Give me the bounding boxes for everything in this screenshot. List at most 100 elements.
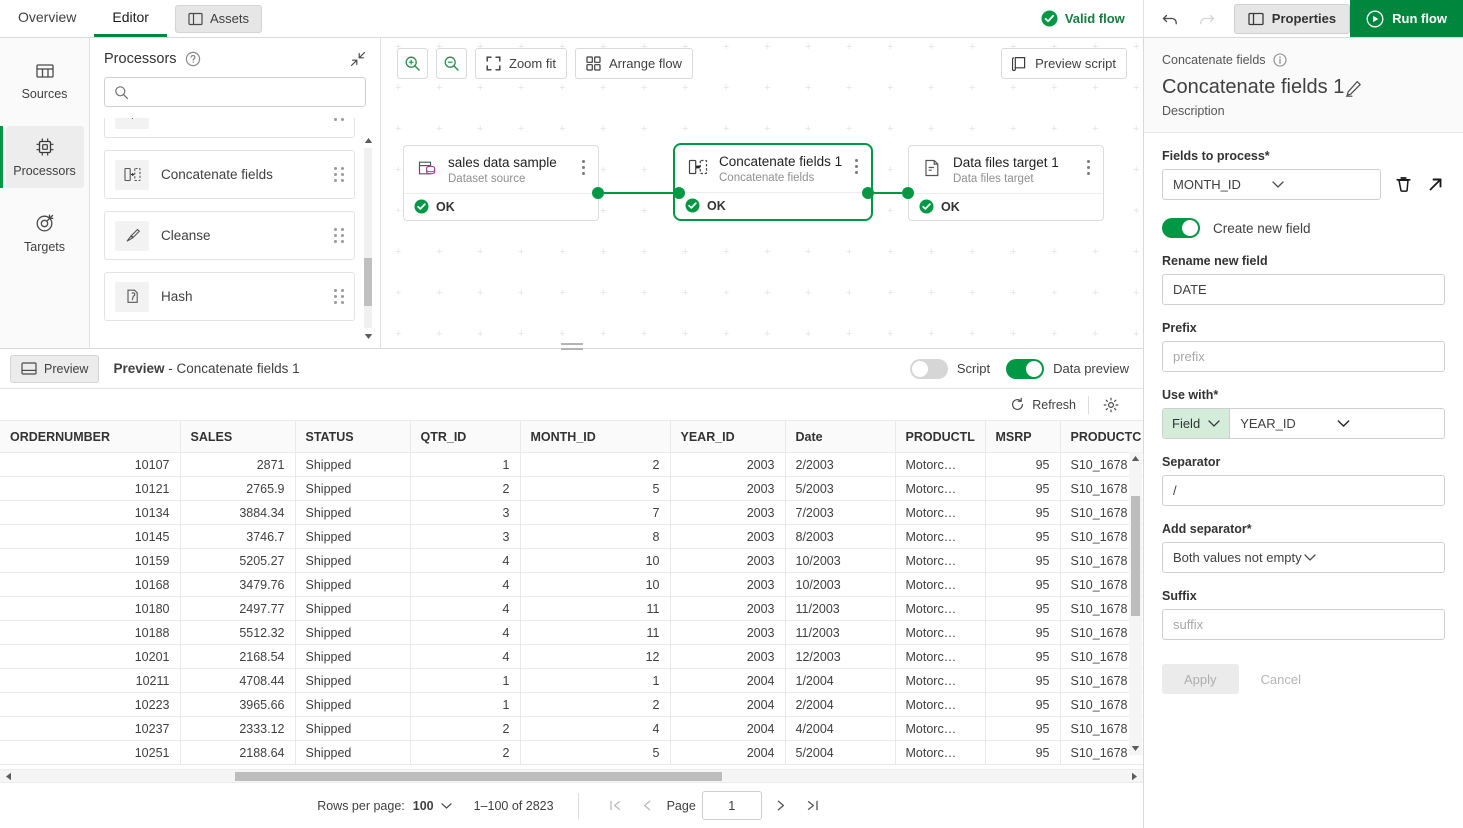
table-row[interactable]: 101595205.27Shipped410200310/2003Motorc…… bbox=[0, 549, 1143, 573]
scroll-up-icon[interactable] bbox=[1129, 452, 1142, 465]
node-menu-button[interactable] bbox=[1081, 155, 1095, 175]
table-column-header-date[interactable]: Date bbox=[785, 421, 895, 453]
scroll-right-icon[interactable] bbox=[1128, 770, 1141, 783]
table-vertical-scrollbar[interactable] bbox=[1129, 452, 1142, 755]
run-flow-button[interactable]: Run flow bbox=[1350, 0, 1463, 37]
table-row[interactable]: 102512188.64Shipped2520045/2004Motorc…95… bbox=[0, 741, 1143, 765]
create-new-field-toggle[interactable] bbox=[1162, 218, 1200, 238]
prefix-input-wrap[interactable] bbox=[1162, 341, 1445, 372]
fields-to-process-select[interactable]: MONTH_ID bbox=[1162, 169, 1381, 200]
node-menu-button[interactable] bbox=[849, 154, 863, 174]
scrollbar-thumb[interactable] bbox=[235, 772, 722, 781]
processor-item-hash[interactable]: Hash bbox=[104, 272, 355, 321]
preview-script-button[interactable]: Preview script bbox=[1001, 48, 1127, 79]
table-row[interactable]: 101072871Shipped1220032/2003Motorc…95S10… bbox=[0, 453, 1143, 477]
use-with-field-select[interactable]: YEAR_ID bbox=[1230, 409, 1444, 438]
suffix-input-wrap[interactable] bbox=[1162, 609, 1445, 640]
flow-canvas[interactable]: ++++++++++++++++++++++++++++++++++++++++… bbox=[381, 38, 1143, 348]
info-circle-icon[interactable] bbox=[1273, 53, 1287, 67]
separator-input-wrap[interactable] bbox=[1162, 475, 1445, 506]
table-column-header-msrp[interactable]: MSRP bbox=[985, 421, 1060, 453]
table-row[interactable]: 102233965.66Shipped1220042/2004Motorc…95… bbox=[0, 693, 1143, 717]
add-separator-select[interactable]: Both values not empty bbox=[1162, 542, 1445, 573]
connector-dot-in-processor[interactable] bbox=[673, 187, 685, 199]
flow-node-concatenate-fields-1[interactable]: Concatenate fields 1 Concatenate fields … bbox=[673, 143, 873, 221]
connector-dot-in-target[interactable] bbox=[902, 187, 914, 199]
suffix-input[interactable] bbox=[1173, 617, 1434, 632]
prev-page-button[interactable] bbox=[635, 793, 661, 819]
zoom-in-button[interactable] bbox=[397, 48, 428, 79]
node-menu-button[interactable] bbox=[576, 155, 590, 175]
table-row[interactable]: 101212765.9Shipped2520035/2003Motorc…95S… bbox=[0, 477, 1143, 501]
table-row[interactable]: 101453746.7Shipped3820038/2003Motorc…95S… bbox=[0, 525, 1143, 549]
tab-editor[interactable]: Editor bbox=[94, 0, 167, 37]
processor-item-concatenate-fields[interactable]: Concatenate fields bbox=[104, 150, 355, 199]
collapse-diagonal-icon[interactable] bbox=[350, 51, 366, 67]
table-column-header-status[interactable]: STATUS bbox=[295, 421, 410, 453]
table-horizontal-scrollbar[interactable] bbox=[0, 769, 1143, 782]
table-row[interactable]: 102012168.54Shipped412200312/2003Motorc…… bbox=[0, 645, 1143, 669]
table-column-header-qtr_id[interactable]: QTR_ID bbox=[410, 421, 520, 453]
processors-scrollbar[interactable] bbox=[362, 134, 374, 342]
rename-new-field-input[interactable] bbox=[1173, 282, 1434, 297]
table-column-header-productline[interactable]: PRODUCTL bbox=[895, 421, 985, 453]
sidebar-item-targets[interactable]: Targets bbox=[6, 202, 84, 264]
zoom-out-button[interactable] bbox=[436, 48, 467, 79]
scroll-down-icon[interactable] bbox=[1129, 742, 1142, 755]
table-row[interactable]: 101885512.32Shipped411200311/2003Motorc…… bbox=[0, 621, 1143, 645]
next-page-button[interactable] bbox=[768, 793, 794, 819]
sidebar-item-processors[interactable]: Processors bbox=[6, 126, 84, 188]
data-table-scroll[interactable]: ORDERNUMBERSALESSTATUSQTR_IDMONTH_IDYEAR… bbox=[0, 420, 1143, 769]
drag-handle[interactable] bbox=[334, 118, 344, 121]
sidebar-item-sources[interactable]: Sources bbox=[6, 50, 84, 112]
separator-input[interactable] bbox=[1173, 483, 1434, 498]
table-row[interactable]: 102372333.12Shipped2420044/2004Motorc…95… bbox=[0, 717, 1143, 741]
processor-item-cleanse[interactable]: Cleanse bbox=[104, 211, 355, 260]
first-page-button[interactable] bbox=[603, 793, 629, 819]
properties-button[interactable]: Properties bbox=[1234, 4, 1350, 34]
last-page-button[interactable] bbox=[800, 793, 826, 819]
redo-button[interactable] bbox=[1194, 6, 1220, 32]
cancel-button[interactable]: Cancel bbox=[1247, 664, 1315, 694]
scrollbar-thumb[interactable] bbox=[364, 258, 372, 306]
preview-toggle-button[interactable]: Preview bbox=[10, 355, 99, 383]
refresh-button[interactable]: Refresh bbox=[998, 397, 1088, 412]
flow-node-dataset-source[interactable]: sales data sample Dataset source OK bbox=[403, 145, 599, 221]
scrollbar-thumb[interactable] bbox=[1131, 496, 1140, 616]
drag-handle[interactable] bbox=[334, 167, 344, 182]
table-column-header-year_id[interactable]: YEAR_ID bbox=[670, 421, 785, 453]
help-circle-icon[interactable] bbox=[185, 51, 201, 67]
table-row[interactable]: 101802497.77Shipped411200311/2003Motorc…… bbox=[0, 597, 1143, 621]
connector-dot-out-processor[interactable] bbox=[862, 187, 874, 199]
use-with-mode-select[interactable]: Field bbox=[1163, 409, 1230, 438]
trash-icon[interactable] bbox=[1394, 175, 1413, 194]
expand-arrow-icon[interactable] bbox=[1426, 175, 1445, 194]
table-column-header-month_id[interactable]: MONTH_ID bbox=[520, 421, 670, 453]
prefix-input[interactable] bbox=[1173, 349, 1434, 364]
table-row[interactable]: 102114708.44Shipped1120041/2004Motorc…95… bbox=[0, 669, 1143, 693]
rows-per-page-select[interactable]: 100 bbox=[413, 799, 452, 813]
scroll-down-icon[interactable] bbox=[362, 330, 374, 342]
table-row[interactable]: 101683479.76Shipped410200310/2003Motorc…… bbox=[0, 573, 1143, 597]
resize-handle[interactable] bbox=[561, 343, 583, 353]
data-preview-toggle[interactable] bbox=[1006, 359, 1044, 379]
tab-overview[interactable]: Overview bbox=[0, 0, 94, 37]
undo-button[interactable] bbox=[1158, 6, 1184, 32]
drag-handle[interactable] bbox=[334, 289, 344, 304]
pencil-icon[interactable] bbox=[1344, 79, 1363, 98]
connector-dot-out-source[interactable] bbox=[592, 187, 604, 199]
table-column-header-productcode[interactable]: PRODUCTC bbox=[1060, 421, 1143, 453]
scroll-left-icon[interactable] bbox=[2, 770, 15, 783]
table-column-header-ordernumber[interactable]: ORDERNUMBER bbox=[0, 421, 180, 453]
assets-button[interactable]: Assets bbox=[175, 5, 262, 33]
zoom-fit-button[interactable]: Zoom fit bbox=[475, 48, 567, 79]
apply-button[interactable]: Apply bbox=[1162, 664, 1239, 694]
table-settings-button[interactable] bbox=[1089, 397, 1129, 413]
search-box[interactable] bbox=[104, 77, 366, 107]
flow-node-data-files-target-1[interactable]: Data files target 1 Data files target OK bbox=[908, 145, 1104, 221]
page-input[interactable] bbox=[702, 791, 762, 820]
rename-new-field-input-wrap[interactable] bbox=[1162, 274, 1445, 305]
arrange-flow-button[interactable]: Arrange flow bbox=[575, 48, 693, 79]
table-row[interactable]: 101343884.34Shipped3720037/2003Motorc…95… bbox=[0, 501, 1143, 525]
search-input[interactable] bbox=[136, 85, 356, 100]
